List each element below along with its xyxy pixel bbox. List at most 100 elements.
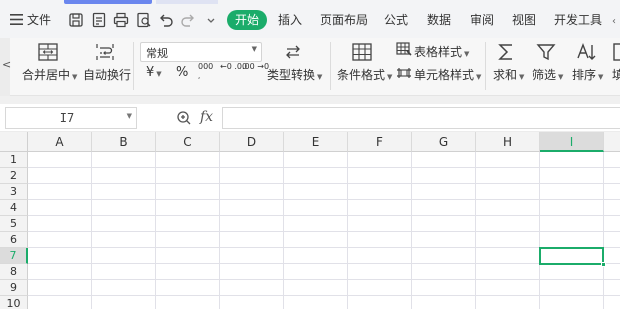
cell[interactable] bbox=[604, 168, 620, 184]
cell[interactable] bbox=[412, 184, 476, 200]
cell[interactable] bbox=[220, 200, 284, 216]
undo-icon[interactable] bbox=[158, 12, 174, 28]
row-header[interactable]: 8 bbox=[0, 264, 28, 280]
column-header[interactable]: G bbox=[412, 132, 476, 152]
type-convert-button[interactable]: 类型转换 ▼ bbox=[267, 66, 322, 83]
cell[interactable] bbox=[348, 216, 412, 232]
column-header[interactable]: I bbox=[540, 132, 604, 152]
active-cell-outline[interactable] bbox=[539, 247, 604, 265]
cell[interactable] bbox=[604, 248, 620, 264]
wrap-text-icon[interactable] bbox=[95, 43, 115, 64]
cell[interactable] bbox=[284, 296, 348, 309]
row-header[interactable]: 1 bbox=[0, 152, 28, 168]
cell[interactable] bbox=[604, 152, 620, 168]
column-header[interactable]: H bbox=[476, 132, 540, 152]
merge-center-icon[interactable] bbox=[38, 43, 58, 64]
cell[interactable] bbox=[28, 216, 92, 232]
cell[interactable] bbox=[156, 232, 220, 248]
cell[interactable] bbox=[412, 152, 476, 168]
currency-format-button[interactable]: ¥ ▼ bbox=[146, 65, 162, 80]
cell[interactable] bbox=[220, 296, 284, 309]
tab-review[interactable]: 审阅 bbox=[470, 10, 494, 30]
cell[interactable] bbox=[156, 280, 220, 296]
cell[interactable] bbox=[476, 168, 540, 184]
cell[interactable] bbox=[412, 280, 476, 296]
fill-button[interactable]: 填 bbox=[612, 66, 620, 83]
row-header[interactable]: 4 bbox=[0, 200, 28, 216]
ribbon-scroll-left-button[interactable]: < bbox=[0, 38, 11, 96]
cell[interactable] bbox=[476, 296, 540, 309]
print-preview-icon[interactable] bbox=[136, 12, 152, 28]
cell[interactable] bbox=[156, 264, 220, 280]
cell[interactable] bbox=[28, 152, 92, 168]
cell[interactable] bbox=[28, 264, 92, 280]
tab-developer[interactable]: 开发工具 bbox=[554, 10, 602, 30]
cell[interactable] bbox=[348, 232, 412, 248]
filter-button[interactable]: 筛选 ▼ bbox=[532, 66, 563, 83]
cell[interactable] bbox=[348, 296, 412, 309]
cell[interactable] bbox=[348, 152, 412, 168]
tab-view[interactable]: 视图 bbox=[512, 10, 536, 30]
row-header[interactable]: 7 bbox=[0, 248, 28, 264]
row-header[interactable]: 6 bbox=[0, 232, 28, 248]
cell[interactable] bbox=[220, 216, 284, 232]
column-header[interactable]: F bbox=[348, 132, 412, 152]
cell[interactable] bbox=[92, 216, 156, 232]
cell[interactable] bbox=[540, 200, 604, 216]
cell[interactable] bbox=[220, 232, 284, 248]
cell[interactable] bbox=[476, 280, 540, 296]
cell[interactable] bbox=[92, 264, 156, 280]
cell[interactable] bbox=[604, 264, 620, 280]
cell[interactable] bbox=[220, 248, 284, 264]
sort-button[interactable]: 排序 ▼ bbox=[572, 66, 603, 83]
column-header[interactable]: D bbox=[220, 132, 284, 152]
cell[interactable] bbox=[284, 280, 348, 296]
column-header[interactable]: E bbox=[284, 132, 348, 152]
cell[interactable] bbox=[28, 296, 92, 309]
save-icon[interactable] bbox=[68, 12, 84, 28]
table-style-icon[interactable] bbox=[396, 42, 412, 59]
cell[interactable] bbox=[540, 264, 604, 280]
name-box[interactable]: I7 ▼ bbox=[5, 107, 137, 129]
thousands-separator-button[interactable]: 000, bbox=[198, 62, 213, 81]
cell[interactable] bbox=[284, 216, 348, 232]
cell[interactable] bbox=[156, 216, 220, 232]
cell[interactable] bbox=[220, 264, 284, 280]
cell[interactable] bbox=[604, 184, 620, 200]
cell[interactable] bbox=[348, 184, 412, 200]
cell[interactable] bbox=[92, 248, 156, 264]
column-header[interactable]: C bbox=[156, 132, 220, 152]
cell[interactable] bbox=[92, 184, 156, 200]
more-tabs-icon[interactable]: ‹ bbox=[612, 10, 616, 30]
cell[interactable] bbox=[284, 248, 348, 264]
cell[interactable] bbox=[348, 200, 412, 216]
row-header[interactable]: 10 bbox=[0, 296, 28, 309]
cell[interactable] bbox=[284, 200, 348, 216]
cell[interactable] bbox=[284, 264, 348, 280]
cell[interactable] bbox=[604, 232, 620, 248]
cell[interactable] bbox=[604, 280, 620, 296]
quick-access-dropdown-icon[interactable] bbox=[203, 12, 219, 28]
sort-icon[interactable] bbox=[576, 42, 598, 65]
cell[interactable] bbox=[28, 248, 92, 264]
cell[interactable] bbox=[412, 296, 476, 309]
wrap-text-button[interactable]: 自动换行 bbox=[83, 66, 131, 83]
redo-icon[interactable] bbox=[180, 12, 196, 28]
cell[interactable] bbox=[540, 216, 604, 232]
row-header[interactable]: 2 bbox=[0, 168, 28, 184]
type-convert-icon[interactable] bbox=[284, 43, 302, 64]
cell[interactable] bbox=[412, 264, 476, 280]
cell[interactable] bbox=[540, 152, 604, 168]
cell[interactable] bbox=[412, 248, 476, 264]
cell[interactable] bbox=[28, 280, 92, 296]
cell-style-icon[interactable] bbox=[396, 66, 412, 83]
cell[interactable] bbox=[284, 152, 348, 168]
cell[interactable] bbox=[604, 200, 620, 216]
tab-insert[interactable]: 插入 bbox=[278, 10, 302, 30]
cell[interactable] bbox=[284, 232, 348, 248]
cell[interactable] bbox=[604, 216, 620, 232]
cell[interactable] bbox=[540, 168, 604, 184]
cell[interactable] bbox=[92, 296, 156, 309]
cell[interactable] bbox=[476, 152, 540, 168]
cell[interactable] bbox=[412, 200, 476, 216]
